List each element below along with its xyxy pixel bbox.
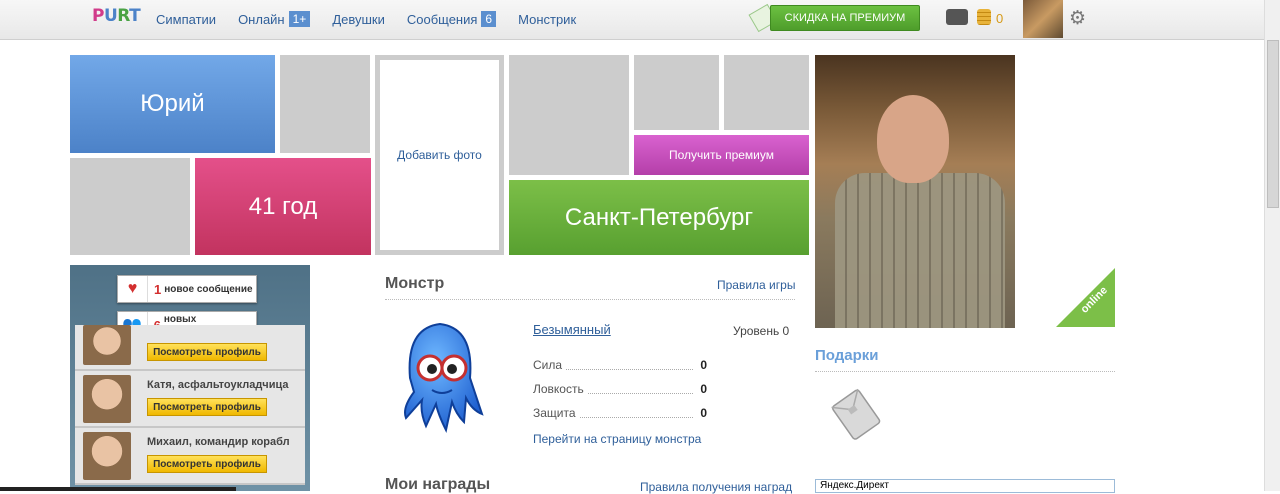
bottom-strip [0,487,236,491]
gift-icon[interactable] [825,383,885,443]
online-status-ribbon: online [1056,268,1115,327]
top-navigation-bar: PURT Симпатии Онлайн 1+ Девушки Сообщения… [0,0,1264,40]
divider [385,299,795,300]
empty-photo-slot[interactable] [70,158,190,255]
monster-avatar[interactable] [388,318,488,436]
empty-photo-slot[interactable] [280,55,370,153]
nav-item-messages[interactable]: Сообщения 6 [407,11,497,27]
list-item: Михаил, командир корабл Посмотреть профи… [75,428,305,485]
stat-agility: Ловкость 0 [533,382,707,396]
stat-strength: Сила 0 [533,358,707,372]
add-photo-link[interactable]: Добавить фото [380,60,499,250]
nav-item-monster[interactable]: Монстрик [518,11,576,27]
main-nav: Симпатии Онлайн 1+ Девушки Сообщения 6 Мон… [156,11,598,27]
profile-city-tile: Санкт-Петербург [509,180,809,255]
profile-age-tile: 41 год [195,158,371,255]
nav-item-girls[interactable]: Девушки [332,11,385,27]
nav-item-online[interactable]: Онлайн 1+ [238,11,311,27]
new-message-notification[interactable]: ♥ 1 новое сообщение [117,275,257,303]
candidate-photo[interactable] [83,432,131,480]
view-profile-button[interactable]: Посмотреть профиль [147,398,267,416]
list-item: Посмотреть профиль [75,325,305,371]
monster-name-link[interactable]: Безымянный [533,322,611,337]
online-count-badge: 1+ [288,11,311,27]
empty-photo-slot[interactable] [634,55,719,130]
stat-defense: Защита 0 [533,406,707,420]
nav-item-sympathies[interactable]: Симпатии [156,11,216,27]
gifts-section-title: Подарки [815,347,879,364]
profile-name-tile: Юрий [70,55,275,153]
candidates-ad-panel[interactable]: ♥ 1 новое сообщение 👥 6 новых кандидатов… [70,265,310,491]
user-avatar[interactable] [1023,0,1063,38]
page-scrollbar[interactable] [1264,0,1280,491]
candidate-name: Михаил, командир корабл [147,436,290,448]
heart-icon: ♥ [118,276,148,302]
candidate-photo[interactable] [83,325,131,365]
wallet-icon[interactable] [946,9,968,25]
messages-count-badge: 6 [481,11,497,27]
view-profile-button[interactable]: Посмотреть профиль [147,455,267,473]
awards-rules-link[interactable]: Правила получения наград [640,480,792,494]
empty-photo-slot[interactable] [724,55,809,130]
coins-icon [977,9,991,25]
divider [815,371,1115,372]
premium-discount-button[interactable]: СКИДКА НА ПРЕМИУМ [770,5,920,31]
add-photo-tile[interactable]: Добавить фото [375,55,504,255]
candidate-name: Катя, асфальтоукладчица [147,379,289,391]
empty-photo-slot[interactable] [509,55,629,175]
get-premium-button[interactable]: Получить премиум [634,135,809,175]
scrollbar-thumb[interactable] [1267,40,1279,208]
monster-page-link[interactable]: Перейти на страницу монстра [533,432,701,446]
coin-balance: 0 [996,11,1004,26]
awards-section-title: Мои награды [385,476,491,493]
game-rules-link[interactable]: Правила игры [717,278,795,292]
monster-section-title: Монстр [385,275,445,292]
profile-photo[interactable] [815,55,1015,328]
candidate-list: Посмотреть профиль Катя, асфальтоукладчи… [75,325,305,485]
settings-gear-icon[interactable]: ⚙ [1069,9,1086,29]
monster-level: Уровень 0 [733,324,790,338]
candidate-photo[interactable] [83,375,131,423]
list-item: Катя, асфальтоукладчица Посмотреть профи… [75,371,305,428]
view-profile-button[interactable]: Посмотреть профиль [147,343,267,361]
site-logo[interactable]: PURT [92,6,141,26]
